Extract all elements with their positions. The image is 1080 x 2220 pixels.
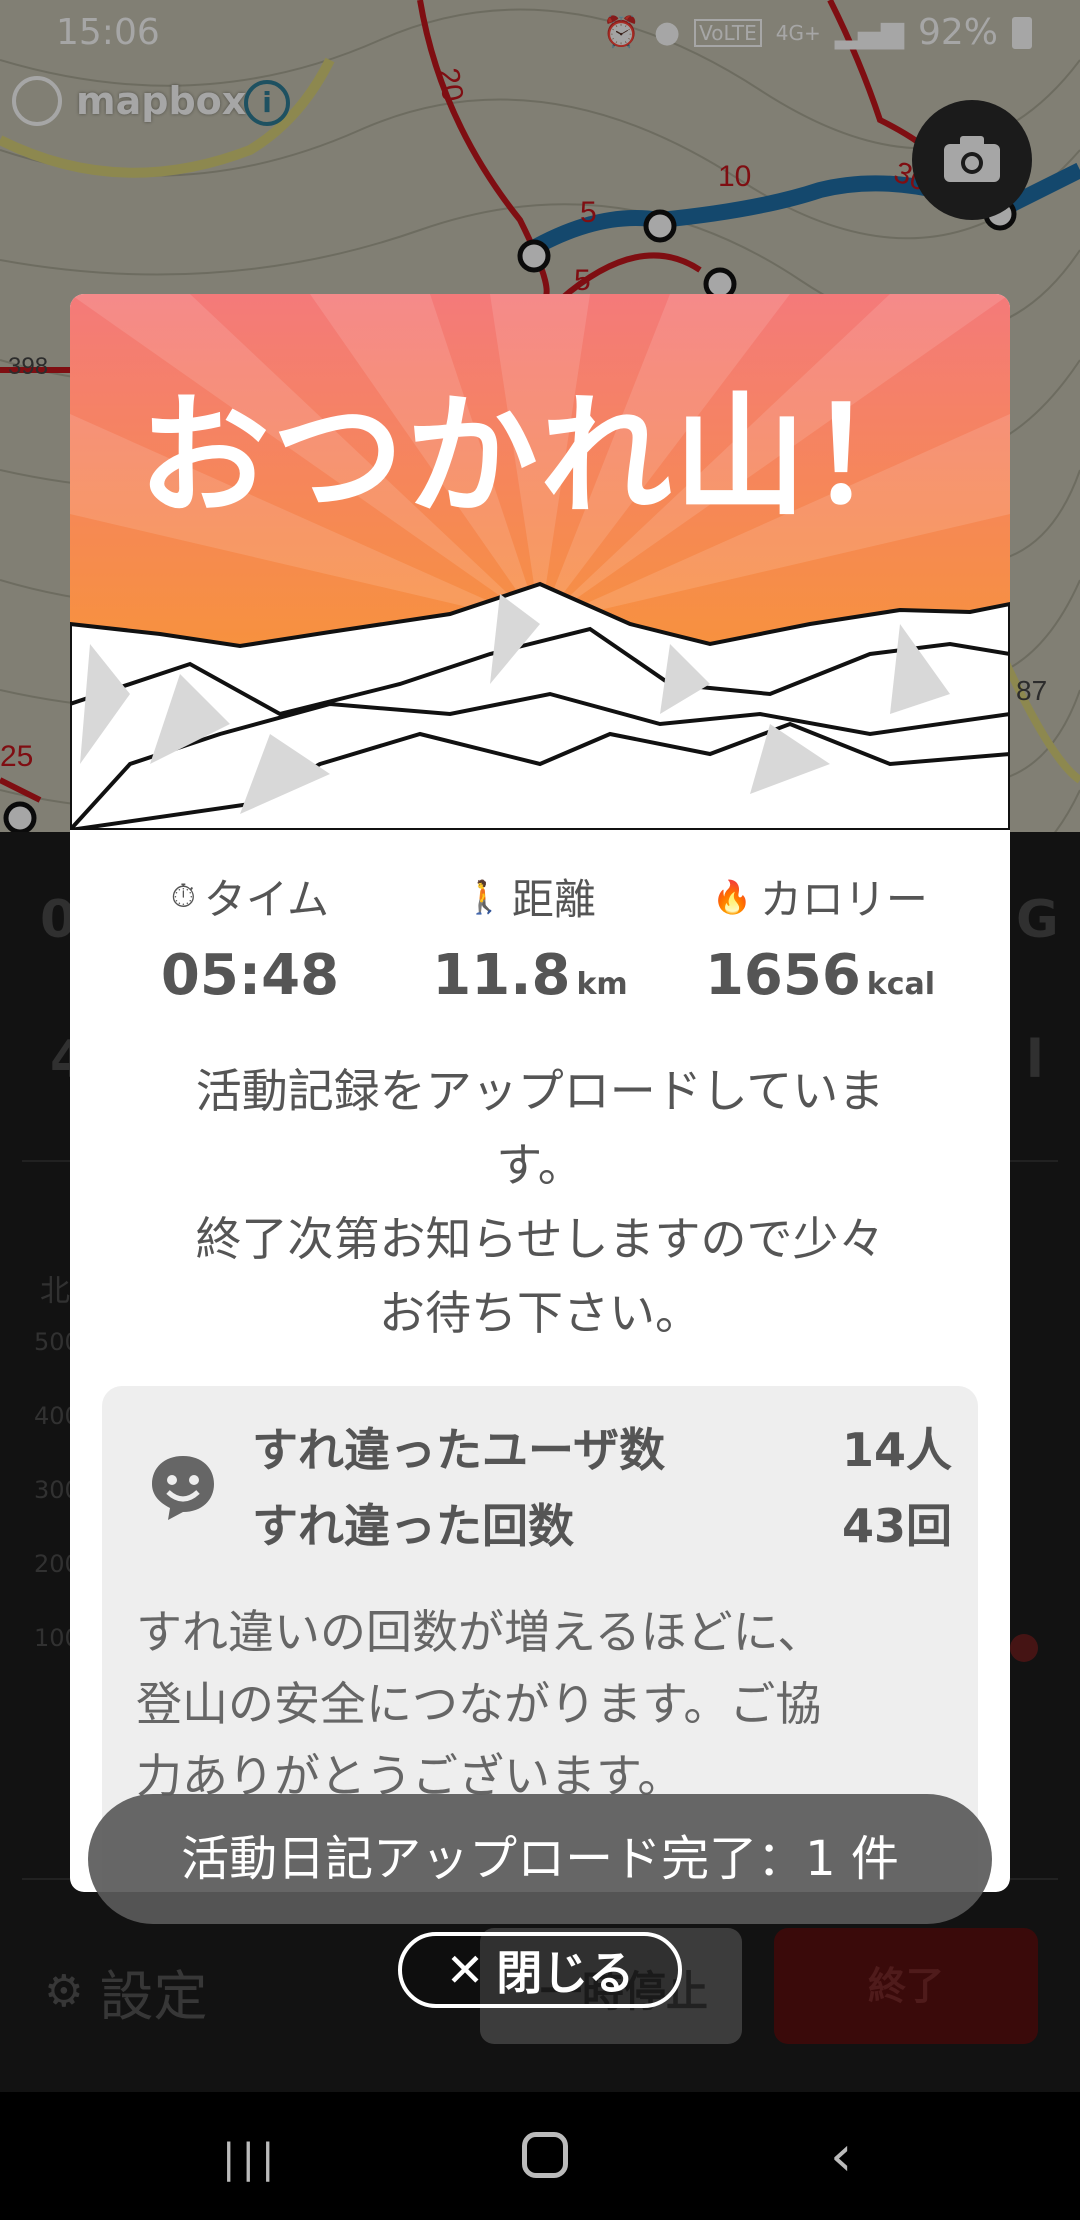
system-nav-bar: ||| ‹: [0, 2092, 1080, 2220]
stat-distance-unit: km: [576, 967, 628, 1002]
stopwatch-icon: ⏱: [170, 877, 196, 915]
flame-icon: 🔥: [712, 877, 752, 916]
stat-time-label: タイム: [203, 875, 330, 924]
close-button[interactable]: ✕ 閉じる: [398, 1932, 682, 2008]
close-label: 閉じる: [496, 1946, 635, 2000]
passing-users-label: すれ違ったユーザ数: [252, 1423, 666, 1477]
stat-distance-label: 距離: [511, 875, 596, 924]
note-line: 登山の安全につながります。ご協: [136, 1677, 822, 1731]
message-line: 活動記録をアップロードしていま: [195, 1064, 885, 1118]
stat-distance-value: 11.8: [432, 943, 571, 1008]
stat-time: ⏱ タイム 05:48: [130, 866, 370, 1008]
home-button[interactable]: [522, 2132, 568, 2178]
note-line: すれ違いの回数が増えるほどに、: [136, 1605, 824, 1659]
chat-smile-icon: [152, 1456, 214, 1520]
passing-count-value: 43回: [841, 1499, 952, 1553]
stat-calorie: 🔥 カロリー 1656 kcal: [670, 866, 970, 1008]
passing-count-row: すれ違った回数 43回: [252, 1490, 952, 1553]
message-line: 終了次第お知らせしますので少々: [195, 1212, 885, 1266]
upload-message: 活動記録をアップロードしていま す。 終了次第お知らせしますので少々 お待ち下さ…: [130, 1054, 950, 1350]
walker-icon: 🚶: [464, 877, 504, 916]
message-line: す。: [496, 1138, 584, 1192]
hero-banner: おつかれ山！: [70, 294, 1010, 830]
passing-users-row: すれ違ったユーザ数 14人: [252, 1414, 952, 1477]
stat-time-value: 05:48: [160, 943, 340, 1008]
stat-calorie-value: 1656: [704, 943, 861, 1008]
upload-complete-toast: 活動日記アップロード完了：1 件: [88, 1794, 992, 1924]
stat-calorie-unit: kcal: [866, 967, 936, 1002]
stat-distance: 🚶 距離 11.8 km: [410, 866, 650, 1008]
activity-stats: ⏱ タイム 05:48 🚶 距離 11.8 km 🔥 カロリー 1656 kcal: [70, 866, 1010, 1016]
summit-dialog: おつかれ山！ ⏱ タイム 05:48 🚶 距離 11.8 km 🔥 カロリー 1…: [70, 294, 1010, 1892]
back-button[interactable]: ‹: [830, 2124, 852, 2189]
passing-note: すれ違いの回数が増えるほどに、 登山の安全につながります。ご協 力ありがとうござ…: [136, 1596, 936, 1812]
close-icon: ✕: [445, 1943, 485, 1997]
dialog-title: おつかれ山！: [138, 380, 942, 534]
passing-count-label: すれ違った回数: [252, 1499, 574, 1553]
message-line: お待ち下さい。: [379, 1286, 701, 1340]
stat-calorie-label: カロリー: [759, 875, 928, 924]
passing-users-value: 14人: [841, 1423, 952, 1477]
recent-apps-button[interactable]: |||: [222, 2136, 280, 2182]
